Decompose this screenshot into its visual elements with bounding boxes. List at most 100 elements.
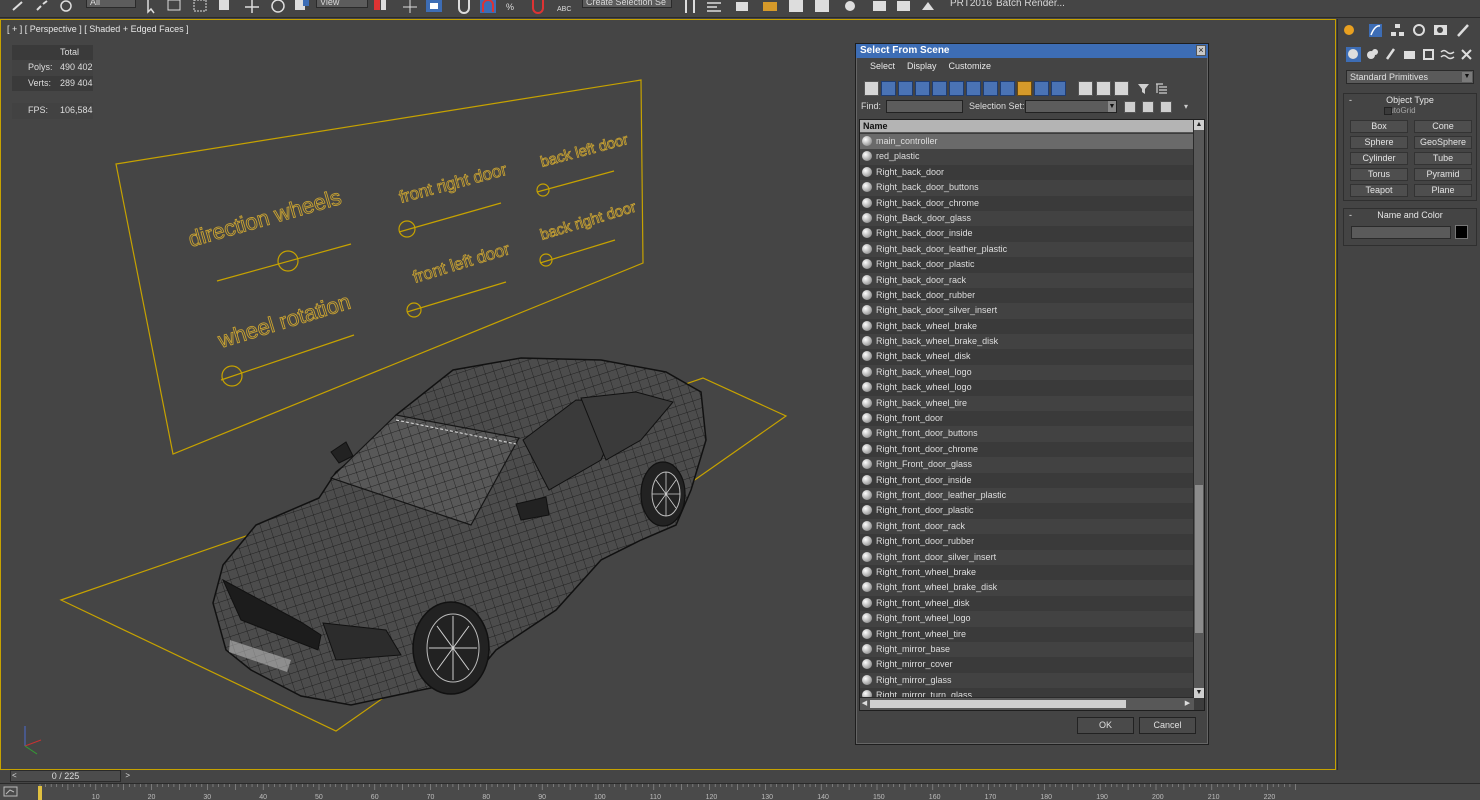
motion-tab-icon[interactable] <box>1412 23 1427 38</box>
systems-icon[interactable] <box>1459 47 1474 62</box>
display-tab-icon[interactable] <box>1433 23 1448 38</box>
list-item[interactable]: Right_back_wheel_logo <box>860 380 1194 396</box>
menu-customize[interactable]: Customize <box>943 61 998 71</box>
selection-set-edit-icon[interactable] <box>1160 101 1172 113</box>
list-item[interactable]: Right_Back_door_glass <box>860 210 1194 227</box>
toolbar-overflow-icon[interactable]: ▾ <box>1184 102 1188 111</box>
rectangular-selection-icon[interactable] <box>192 0 208 14</box>
filter-containers-icon[interactable] <box>1017 81 1032 96</box>
name-and-color-header[interactable]: - Name and Color <box>1344 209 1476 221</box>
batch-render-button[interactable]: Batch Render... <box>996 0 1065 9</box>
named-selection-dropdown[interactable]: Create Selection Se <box>582 0 672 8</box>
schematic-view-icon[interactable] <box>814 0 830 14</box>
mirror-icon[interactable] <box>682 0 698 14</box>
filter-helpers-icon[interactable] <box>932 81 947 96</box>
close-icon[interactable]: × <box>1196 45 1206 56</box>
filter-shapes-icon[interactable] <box>881 81 896 96</box>
list-item[interactable]: Right_back_door_silver_insert <box>860 303 1194 319</box>
manipulate-icon[interactable] <box>402 0 418 14</box>
render-setup-icon[interactable] <box>872 0 888 14</box>
lights-icon[interactable] <box>1384 47 1399 62</box>
scroll-up-icon[interactable]: ▲ <box>1194 120 1204 130</box>
vertical-scroll-thumb[interactable] <box>1195 485 1203 633</box>
pyramid-button[interactable]: Pyramid <box>1414 168 1472 181</box>
ok-button[interactable]: OK <box>1077 717 1134 734</box>
object-color-swatch[interactable] <box>1455 225 1468 239</box>
reference-coordinate-dropdown[interactable]: View <box>316 0 368 8</box>
select-object-icon[interactable] <box>144 0 160 14</box>
shapes-icon[interactable] <box>1365 47 1380 62</box>
select-all-icon[interactable] <box>1078 81 1093 96</box>
scroll-right-icon[interactable]: ▶ <box>1183 699 1192 709</box>
list-item[interactable]: Right_mirror_cover <box>860 657 1194 673</box>
vertical-scrollbar[interactable]: ▲ ▼ <box>1193 120 1204 698</box>
cone-button[interactable]: Cone <box>1414 120 1472 133</box>
list-item[interactable]: Right_back_door_buttons <box>860 180 1194 196</box>
list-item[interactable]: Right_back_door_leather_plastic <box>860 241 1194 258</box>
bind-space-warp-icon[interactable] <box>58 0 74 14</box>
list-item[interactable]: Right_back_door_plastic <box>860 257 1194 273</box>
filter-frozen-icon[interactable] <box>1034 81 1049 96</box>
list-item[interactable]: Right_front_door_chrome <box>860 441 1194 458</box>
list-item[interactable]: Right_front_door_plastic <box>860 503 1194 519</box>
list-item[interactable]: Right_front_door_rubber <box>860 534 1194 550</box>
list-item[interactable]: Right_back_door_chrome <box>860 195 1194 211</box>
hierarchy-tab-icon[interactable] <box>1390 23 1405 38</box>
filter-hidden-icon[interactable] <box>1051 81 1066 96</box>
list-item[interactable]: Right_mirror_base <box>860 641 1194 658</box>
rotate-icon[interactable] <box>270 0 286 14</box>
primitive-category-dropdown[interactable]: Standard Primitives ▼ <box>1346 70 1474 84</box>
list-item[interactable]: Right_front_door_rack <box>860 518 1194 535</box>
filter-cameras-icon[interactable] <box>915 81 930 96</box>
list-item[interactable]: Right_back_door <box>860 164 1194 181</box>
keyboard-shortcut-icon[interactable] <box>426 0 442 14</box>
geometry-icon[interactable] <box>1346 47 1361 62</box>
list-item[interactable]: main_controller <box>860 134 1194 150</box>
current-frame-marker[interactable] <box>38 786 42 800</box>
time-slider[interactable]: < 0 / 225 > <box>10 770 130 782</box>
list-item[interactable]: Right_front_wheel_tire <box>860 626 1194 642</box>
name-column-header[interactable]: Name <box>860 120 1194 133</box>
list-item[interactable]: Right_front_wheel_brake <box>860 564 1194 581</box>
list-item[interactable]: Right_mirror_glass <box>860 672 1194 689</box>
list-item[interactable]: Right_front_door_inside <box>860 472 1194 488</box>
horizontal-scrollbar[interactable]: ◀ ▶ <box>860 697 1194 710</box>
filter-xrefs-icon[interactable] <box>983 81 998 96</box>
modify-tab-icon[interactable] <box>1368 23 1383 38</box>
scroll-left-icon[interactable]: ◀ <box>860 699 869 709</box>
list-item[interactable]: Right_back_door_rubber <box>860 287 1194 304</box>
filter-funnel-icon[interactable] <box>1136 81 1151 96</box>
move-icon[interactable] <box>244 0 260 14</box>
selection-filter-dropdown[interactable]: All <box>86 0 136 8</box>
link-icon[interactable] <box>10 0 26 14</box>
viewport-label[interactable]: [ + ] [ Perspective ] [ Shaded + Edged F… <box>7 24 189 34</box>
percent-snap-icon[interactable]: % <box>506 0 522 14</box>
scroll-down-icon[interactable]: ▼ <box>1194 688 1204 698</box>
align-icon[interactable] <box>706 0 722 14</box>
object-name-field[interactable] <box>1351 226 1451 239</box>
find-input[interactable] <box>886 100 963 113</box>
list-item[interactable]: Right_back_door_inside <box>860 226 1194 242</box>
curve-editor-icon[interactable] <box>788 0 804 14</box>
select-none-icon[interactable] <box>1096 81 1111 96</box>
filter-groups-icon[interactable] <box>966 81 981 96</box>
hierarchy-view-icon[interactable] <box>1154 81 1169 96</box>
filter-bones-icon[interactable] <box>1000 81 1015 96</box>
window-crossing-icon[interactable] <box>216 0 232 14</box>
prev-frame-icon[interactable]: < <box>12 771 17 781</box>
list-item[interactable]: Right_front_door <box>860 411 1194 427</box>
list-item[interactable]: Right_front_wheel_brake_disk <box>860 580 1194 596</box>
list-item[interactable]: Right_back_wheel_disk <box>860 349 1194 365</box>
cylinder-button[interactable]: Cylinder <box>1350 152 1408 165</box>
selection-set-add-icon[interactable] <box>1124 101 1136 113</box>
list-item[interactable]: Right_back_door_rack <box>860 272 1194 288</box>
angle-snap-icon[interactable] <box>480 0 496 14</box>
box-button[interactable]: Box <box>1350 120 1408 133</box>
cancel-button[interactable]: Cancel <box>1139 717 1196 734</box>
pivot-center-icon[interactable] <box>372 0 388 14</box>
render-production-icon[interactable] <box>920 0 936 14</box>
list-item[interactable]: Right_front_door_leather_plastic <box>860 487 1194 504</box>
list-item[interactable]: Right_front_wheel_logo <box>860 611 1194 627</box>
geosphere-button[interactable]: GeoSphere <box>1414 136 1472 149</box>
utilities-tab-icon[interactable] <box>1456 23 1471 38</box>
